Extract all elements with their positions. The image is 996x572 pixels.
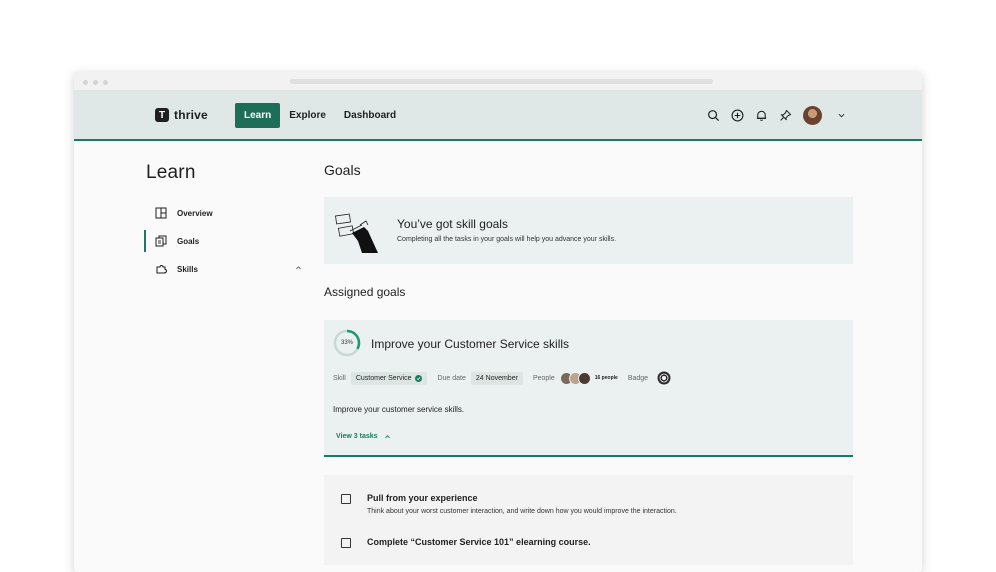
overview-icon <box>155 207 167 219</box>
add-icon[interactable] <box>731 109 744 122</box>
browser-chrome <box>74 72 922 91</box>
skill-label: Skill <box>333 374 346 382</box>
avatar <box>577 371 591 385</box>
goals-illustration-icon <box>335 213 378 253</box>
main-nav: Learn Explore Dashboard <box>235 103 405 128</box>
page-title: Goals <box>324 162 361 178</box>
badge-label: Badge <box>627 374 649 382</box>
goal-meta: Skill Customer Service Due date 24 Novem… <box>333 371 671 385</box>
window-dot <box>83 80 88 85</box>
sidebar-item-goals[interactable]: Goals <box>144 227 306 255</box>
skill-goals-banner: You’ve got skill goals Completing all th… <box>324 197 853 264</box>
badge-icon[interactable] <box>657 371 671 385</box>
window-dot <box>93 80 98 85</box>
people-count: 16 people <box>594 375 618 381</box>
main-content: Goals You’ve got skill goals Completing … <box>324 162 854 565</box>
goal-description: Improve your customer service skills. <box>333 405 465 414</box>
due-date-chip: 24 November <box>470 371 523 385</box>
sidebar-item-label: Overview <box>177 208 213 218</box>
pin-icon[interactable] <box>779 109 792 122</box>
due-date-label: Due date <box>437 374 466 382</box>
skills-icon <box>156 265 167 274</box>
people-label: People <box>532 374 555 382</box>
chevron-down-icon[interactable] <box>837 111 846 120</box>
window-dot <box>103 80 108 85</box>
browser-window: T thrive Learn Explore Dashboard Learn O… <box>74 72 922 572</box>
assigned-goals-heading: Assigned goals <box>324 285 406 299</box>
sidebar-item-label: Skills <box>177 264 198 274</box>
due-date-value: 24 November <box>475 374 518 382</box>
skill-value: Customer Service <box>355 374 412 382</box>
view-tasks-toggle[interactable]: View 3 tasks <box>336 433 391 440</box>
task-list: Pull from your experience Think about yo… <box>324 475 853 565</box>
task-checkbox[interactable] <box>341 494 351 504</box>
banner-title: You’ve got skill goals <box>397 217 508 231</box>
task-title: Pull from your experience <box>367 493 478 503</box>
search-icon[interactable] <box>707 109 720 122</box>
people-avatars[interactable]: 16 people <box>559 371 618 385</box>
app-logo[interactable]: T thrive <box>155 108 208 122</box>
top-navigation: T thrive Learn Explore Dashboard <box>74 91 922 141</box>
task-title: Complete “Customer Service 101” elearnin… <box>367 537 591 547</box>
nav-dashboard[interactable]: Dashboard <box>335 103 405 128</box>
task-item: Complete “Customer Service 101” elearnin… <box>341 537 591 548</box>
sidebar-item-overview[interactable]: Overview <box>146 199 306 227</box>
sidebar-item-skills[interactable]: Skills <box>146 255 306 283</box>
chevron-up-icon <box>384 435 390 439</box>
task-checkbox[interactable] <box>341 538 351 548</box>
task-subtitle: Think about your worst customer interact… <box>367 508 677 515</box>
nav-learn[interactable]: Learn <box>235 103 281 128</box>
nav-explore[interactable]: Explore <box>280 103 335 128</box>
sidebar: Learn Overview Goals Skills <box>144 162 306 283</box>
sidebar-title: Learn <box>146 162 196 183</box>
view-tasks-label: View 3 tasks <box>336 433 378 440</box>
skill-chip[interactable]: Customer Service <box>350 371 428 385</box>
logo-mark: T <box>155 108 169 122</box>
logo-text: thrive <box>174 108 208 122</box>
address-bar[interactable] <box>290 79 713 84</box>
sidebar-item-label: Goals <box>177 236 200 246</box>
banner-subtitle: Completing all the tasks in your goals w… <box>397 236 617 243</box>
progress-label: 33% <box>340 340 353 346</box>
task-item: Pull from your experience Think about yo… <box>341 493 677 515</box>
goal-title: Improve your Customer Service skills <box>371 337 570 351</box>
goals-icon <box>155 235 167 247</box>
bell-icon[interactable] <box>755 109 768 122</box>
check-icon <box>415 374 423 382</box>
chevron-up-icon[interactable] <box>295 264 302 273</box>
avatar[interactable] <box>803 106 822 125</box>
goal-card[interactable]: 33% Improve your Customer Service skills… <box>324 320 853 457</box>
nav-actions <box>707 106 846 125</box>
